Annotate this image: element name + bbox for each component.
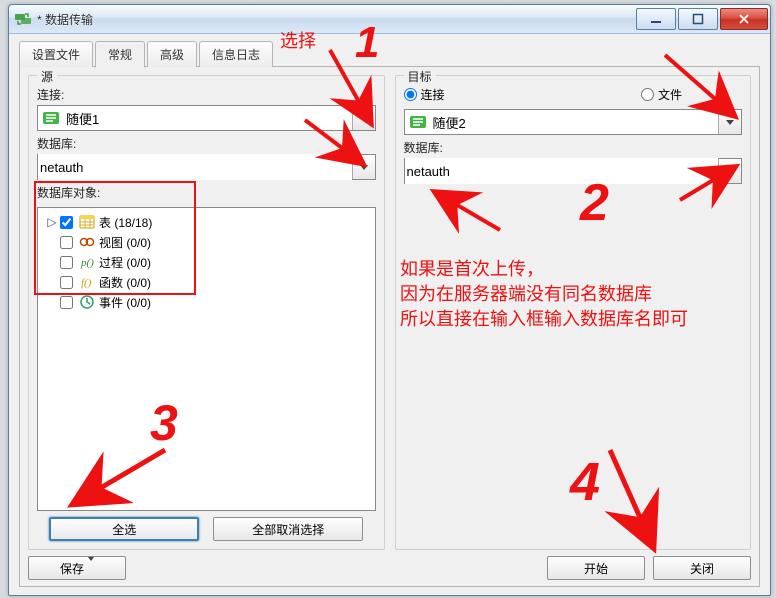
tree-funcs[interactable]: f() 函数 (0/0) <box>40 272 373 292</box>
window-buttons <box>636 8 770 30</box>
source-connection-value: 随便1 <box>64 109 352 128</box>
tree-events-checkbox[interactable] <box>60 296 73 309</box>
tree-events[interactable]: 事件 (0/0) <box>40 292 373 312</box>
maximize-button[interactable] <box>678 8 718 30</box>
titlebar: * 数据传输 <box>9 5 770 34</box>
chevron-down-icon[interactable] <box>352 155 375 179</box>
target-type-connection[interactable]: 连接 <box>404 86 445 103</box>
tabstrip: 设置文件 常规 高级 信息日志 <box>19 40 760 67</box>
target-radio-connection[interactable] <box>404 88 417 101</box>
connection-icon <box>409 114 427 130</box>
tree-funcs-label: 函数 (0/0) <box>99 274 151 291</box>
source-database-combo[interactable] <box>37 154 376 180</box>
source-database-input[interactable] <box>38 154 352 180</box>
general-panel: 源 连接: 随便1 数据库: 数据库对象: <box>19 66 760 587</box>
deselect-all-button[interactable]: 全部取消选择 <box>213 517 363 541</box>
app-icon <box>15 11 31 27</box>
procedure-icon: p() <box>79 254 95 270</box>
target-database-input[interactable] <box>405 158 719 184</box>
target-database-combo[interactable] <box>404 158 743 184</box>
tab-advanced[interactable]: 高级 <box>147 41 197 67</box>
svg-text:f(): f() <box>81 277 92 289</box>
target-radio-file-label: 文件 <box>658 86 682 103</box>
target-database-label: 数据库: <box>404 139 743 156</box>
tree-procs-label: 过程 (0/0) <box>99 254 151 271</box>
tree-views-label: 视图 (0/0) <box>99 234 151 251</box>
tree-procs-checkbox[interactable] <box>60 256 73 269</box>
connection-icon <box>42 110 60 126</box>
panel-footer: 保存 开始 关闭 <box>28 556 751 580</box>
target-connection-combo[interactable]: 随便2 <box>404 109 743 135</box>
function-icon: f() <box>79 274 95 290</box>
start-button[interactable]: 开始 <box>547 556 645 580</box>
group-source: 源 连接: 随便1 数据库: 数据库对象: <box>28 75 385 550</box>
group-target: 目标 连接 文件 <box>395 75 752 550</box>
svg-text:p(): p() <box>80 257 94 269</box>
tab-general[interactable]: 常规 <box>95 41 145 68</box>
chevron-down-icon <box>88 561 94 575</box>
tree-tables[interactable]: ▷ 表 (18/18) <box>40 212 373 232</box>
window: * 数据传输 设置文件 常规 高级 信息日志 源 <box>8 4 771 596</box>
select-all-button[interactable]: 全选 <box>49 517 199 541</box>
expand-icon[interactable]: ▷ <box>46 215 58 229</box>
tree-procs[interactable]: p() 过程 (0/0) <box>40 252 373 272</box>
save-button[interactable]: 保存 <box>28 556 126 580</box>
client-area: 设置文件 常规 高级 信息日志 源 连接: 随便1 <box>9 34 770 595</box>
close-button[interactable] <box>720 8 768 30</box>
tree-tables-label: 表 (18/18) <box>99 214 152 231</box>
tree-funcs-checkbox[interactable] <box>60 276 73 289</box>
source-objects-label: 数据库对象: <box>37 184 376 201</box>
minimize-button[interactable] <box>636 8 676 30</box>
tab-log[interactable]: 信息日志 <box>199 41 273 67</box>
chevron-down-icon[interactable] <box>718 110 741 134</box>
event-icon <box>79 294 95 310</box>
source-database-label: 数据库: <box>37 135 376 152</box>
target-radio-file[interactable] <box>641 88 654 101</box>
target-type-file[interactable]: 文件 <box>641 86 682 103</box>
source-connection-combo[interactable]: 随便1 <box>37 105 376 131</box>
group-target-legend: 目标 <box>404 68 436 85</box>
view-icon <box>79 234 95 250</box>
tree-events-label: 事件 (0/0) <box>99 294 151 311</box>
group-source-legend: 源 <box>37 68 57 85</box>
tree-tables-checkbox[interactable] <box>60 216 73 229</box>
save-button-label: 保存 <box>60 560 84 577</box>
source-connection-label: 连接: <box>37 86 376 103</box>
target-connection-value: 随便2 <box>431 113 719 132</box>
tree-views[interactable]: 视图 (0/0) <box>40 232 373 252</box>
window-title: * 数据传输 <box>37 11 636 28</box>
tree-views-checkbox[interactable] <box>60 236 73 249</box>
close-panel-button[interactable]: 关闭 <box>653 556 751 580</box>
db-objects-tree[interactable]: ▷ 表 (18/18) <box>37 207 376 511</box>
target-radio-connection-label: 连接 <box>421 86 445 103</box>
source-buttons: 全选 全部取消选择 <box>37 517 376 541</box>
table-icon <box>79 214 95 230</box>
chevron-down-icon[interactable] <box>352 106 375 130</box>
chevron-down-icon[interactable] <box>718 159 741 183</box>
tab-settings-file[interactable]: 设置文件 <box>19 41 93 67</box>
